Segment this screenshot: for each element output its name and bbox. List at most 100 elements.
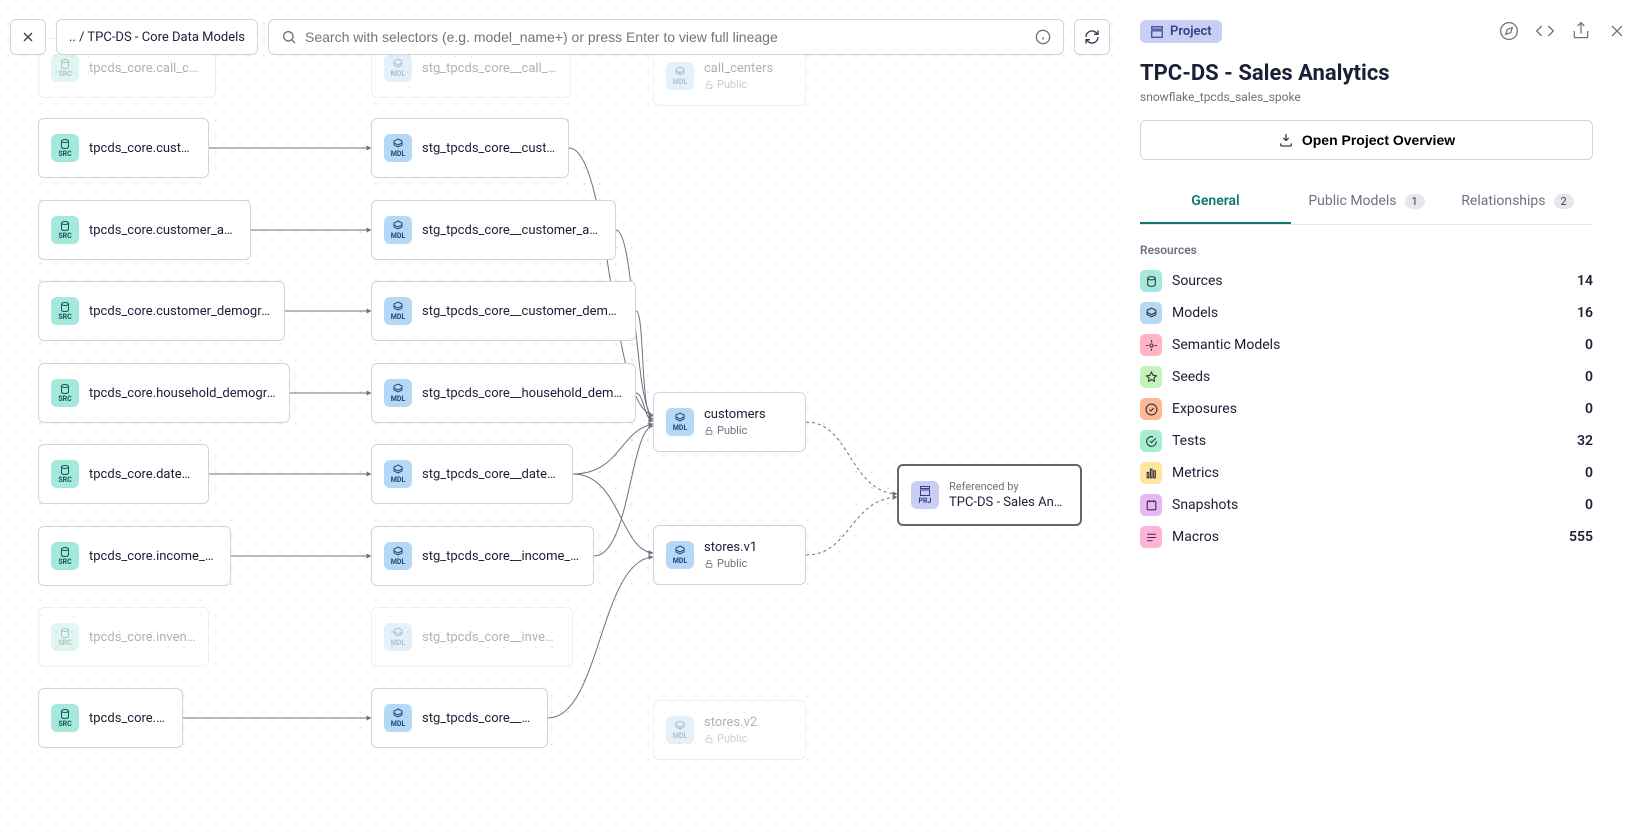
share-icon[interactable]	[1570, 20, 1592, 42]
project-icon	[1150, 25, 1164, 39]
resource-name: Snapshots	[1172, 497, 1575, 513]
breadcrumb[interactable]: .. / TPC-DS - Core Data Models	[56, 19, 258, 55]
resource-name: Semantic Models	[1172, 337, 1575, 353]
node-title: tpcds_core.customer	[89, 141, 196, 156]
resource-name: Tests	[1172, 433, 1567, 449]
resource-row[interactable]: Seeds0	[1140, 361, 1593, 393]
resource-name: Macros	[1172, 529, 1559, 545]
resource-list: Sources14Models16Semantic Models0Seeds0E…	[1140, 265, 1593, 553]
refresh-icon	[1084, 29, 1100, 45]
node-title: tpcds_core.store	[89, 711, 170, 726]
node-stg-customer[interactable]: MDL stg_tpcds_core__customer	[371, 118, 569, 178]
close-sidebar-icon[interactable]	[1606, 20, 1628, 42]
breadcrumb-text: .. / TPC-DS - Core Data Models	[69, 30, 245, 45]
compass-icon[interactable]	[1498, 20, 1520, 42]
search-box[interactable]	[268, 19, 1064, 55]
resource-row[interactable]: Macros555	[1140, 521, 1593, 553]
node-title: stg_tpcds_core__customer	[422, 141, 556, 156]
info-icon[interactable]	[1035, 29, 1051, 45]
node-stg-income-band[interactable]: MDLstg_tpcds_core__income_band	[371, 526, 594, 586]
node-src-household-demo[interactable]: SRCtpcds_core.household_demographics	[38, 363, 290, 423]
node-title: tpcds_core.household_demographics	[89, 386, 277, 401]
node-src-store[interactable]: SRCtpcds_core.store	[38, 688, 183, 748]
node-stg-household-demo[interactable]: MDLstg_tpcds_core__household_demogr...	[371, 363, 636, 423]
node-referenced-by[interactable]: PRJReferenced byTPC-DS - Sales Analytics	[897, 464, 1082, 526]
resource-count: 32	[1577, 433, 1593, 449]
node-title: stores.v2	[704, 715, 757, 730]
resource-row[interactable]: Tests 32	[1140, 425, 1593, 457]
resource-name: Models	[1172, 305, 1567, 321]
node-src-date-dim[interactable]: SRCtpcds_core.date_dim	[38, 444, 209, 504]
node-stg-store[interactable]: MDLstg_tpcds_core__store	[371, 688, 548, 748]
src-badge: SRC	[51, 460, 79, 488]
node-src-customer[interactable]: SRCtpcds_core.customer	[38, 118, 209, 178]
node-stg-customer-address[interactable]: MDL stg_tpcds_core__customer_address	[371, 200, 616, 260]
node-stg-customer-demo[interactable]: MDLstg_tpcds_core__customer_demogra...	[371, 281, 636, 341]
resource-icon	[1140, 526, 1162, 548]
node-title: stg_tpcds_core__inventory	[422, 630, 560, 645]
resource-name: Sources	[1172, 273, 1567, 289]
src-badge: SRC	[51, 216, 79, 244]
node-stg-inventory[interactable]: MDLstg_tpcds_core__inventory	[371, 607, 573, 667]
tab-count: 1	[1405, 194, 1425, 209]
project-pill-label: Project	[1170, 24, 1212, 39]
src-badge: SRC	[51, 297, 79, 325]
resource-icon	[1140, 302, 1162, 324]
resource-icon	[1140, 398, 1162, 420]
resource-name: Metrics	[1172, 465, 1575, 481]
node-stg-date-dim[interactable]: MDLstg_tpcds_core__date_dim	[371, 444, 573, 504]
refresh-button[interactable]	[1074, 19, 1110, 55]
node-title: stg_tpcds_core__customer_address	[422, 223, 603, 238]
node-src-customer-address[interactable]: SRCtpcds_core.customer_address	[38, 200, 251, 260]
resource-row[interactable]: Snapshots0	[1140, 489, 1593, 521]
mdl-badge: MDL	[384, 704, 412, 732]
resource-row[interactable]: Exposures0	[1140, 393, 1593, 425]
src-badge: SRC	[51, 623, 79, 651]
resource-icon	[1140, 462, 1162, 484]
close-icon	[20, 29, 36, 45]
node-src-income-band[interactable]: SRCtpcds_core.income_band	[38, 526, 231, 586]
mdl-badge: MDL	[666, 408, 694, 436]
search-icon	[281, 29, 297, 45]
tab-label: Relationships	[1461, 193, 1545, 209]
mdl-badge: MDL	[384, 134, 412, 162]
mdl-badge: MDL	[666, 716, 694, 744]
tab-label: General	[1191, 193, 1239, 209]
resource-count: 0	[1585, 465, 1593, 481]
resource-row[interactable]: Semantic Models 0	[1140, 329, 1593, 361]
node-sub: Public	[704, 424, 766, 437]
close-button[interactable]	[10, 19, 46, 55]
node-stores-v2[interactable]: MDLstores.v2Public	[653, 700, 806, 760]
node-src-inventory[interactable]: SRCtpcds_core.inventory	[38, 607, 209, 667]
code-icon[interactable]	[1534, 20, 1556, 42]
tab-label: Public Models	[1308, 193, 1396, 209]
resource-row[interactable]: Metrics 0	[1140, 457, 1593, 489]
node-title: tpcds_core.income_band	[89, 549, 218, 564]
download-icon	[1278, 132, 1294, 148]
resources-label: Resources	[1140, 243, 1593, 257]
resource-count: 0	[1585, 337, 1593, 353]
mdl-badge: MDL	[384, 216, 412, 244]
mdl-badge: MDL	[384, 542, 412, 570]
resource-row[interactable]: Models16	[1140, 297, 1593, 329]
search-input[interactable]	[305, 29, 1027, 45]
tab-general[interactable]: General	[1140, 180, 1291, 224]
mdl-badge: MDL	[666, 541, 694, 569]
toolbar: .. / TPC-DS - Core Data Models	[0, 0, 1120, 74]
lineage-canvas[interactable]: SRCtpcds_core.call_center MDLstg_tpcds_c…	[0, 0, 1120, 834]
resource-row[interactable]: Sources 14	[1140, 265, 1593, 297]
node-customers[interactable]: MDLcustomersPublic	[653, 392, 806, 452]
resource-name: Exposures	[1172, 401, 1575, 417]
node-src-customer-demo[interactable]: SRCtpcds_core.customer_demographics	[38, 281, 285, 341]
resource-icon	[1140, 366, 1162, 388]
open-project-button[interactable]: Open Project Overview	[1140, 120, 1593, 160]
open-project-label: Open Project Overview	[1302, 132, 1455, 148]
prj-badge: PRJ	[911, 481, 939, 509]
node-stores-v1[interactable]: MDLstores.v1Public	[653, 525, 806, 585]
tab-public-models[interactable]: Public Models 1	[1291, 180, 1442, 224]
tab-relationships[interactable]: Relationships2	[1442, 180, 1593, 224]
resource-count: 14	[1577, 273, 1593, 289]
resource-icon	[1140, 430, 1162, 452]
mdl-badge: MDL	[384, 460, 412, 488]
project-pill: Project	[1140, 20, 1222, 43]
